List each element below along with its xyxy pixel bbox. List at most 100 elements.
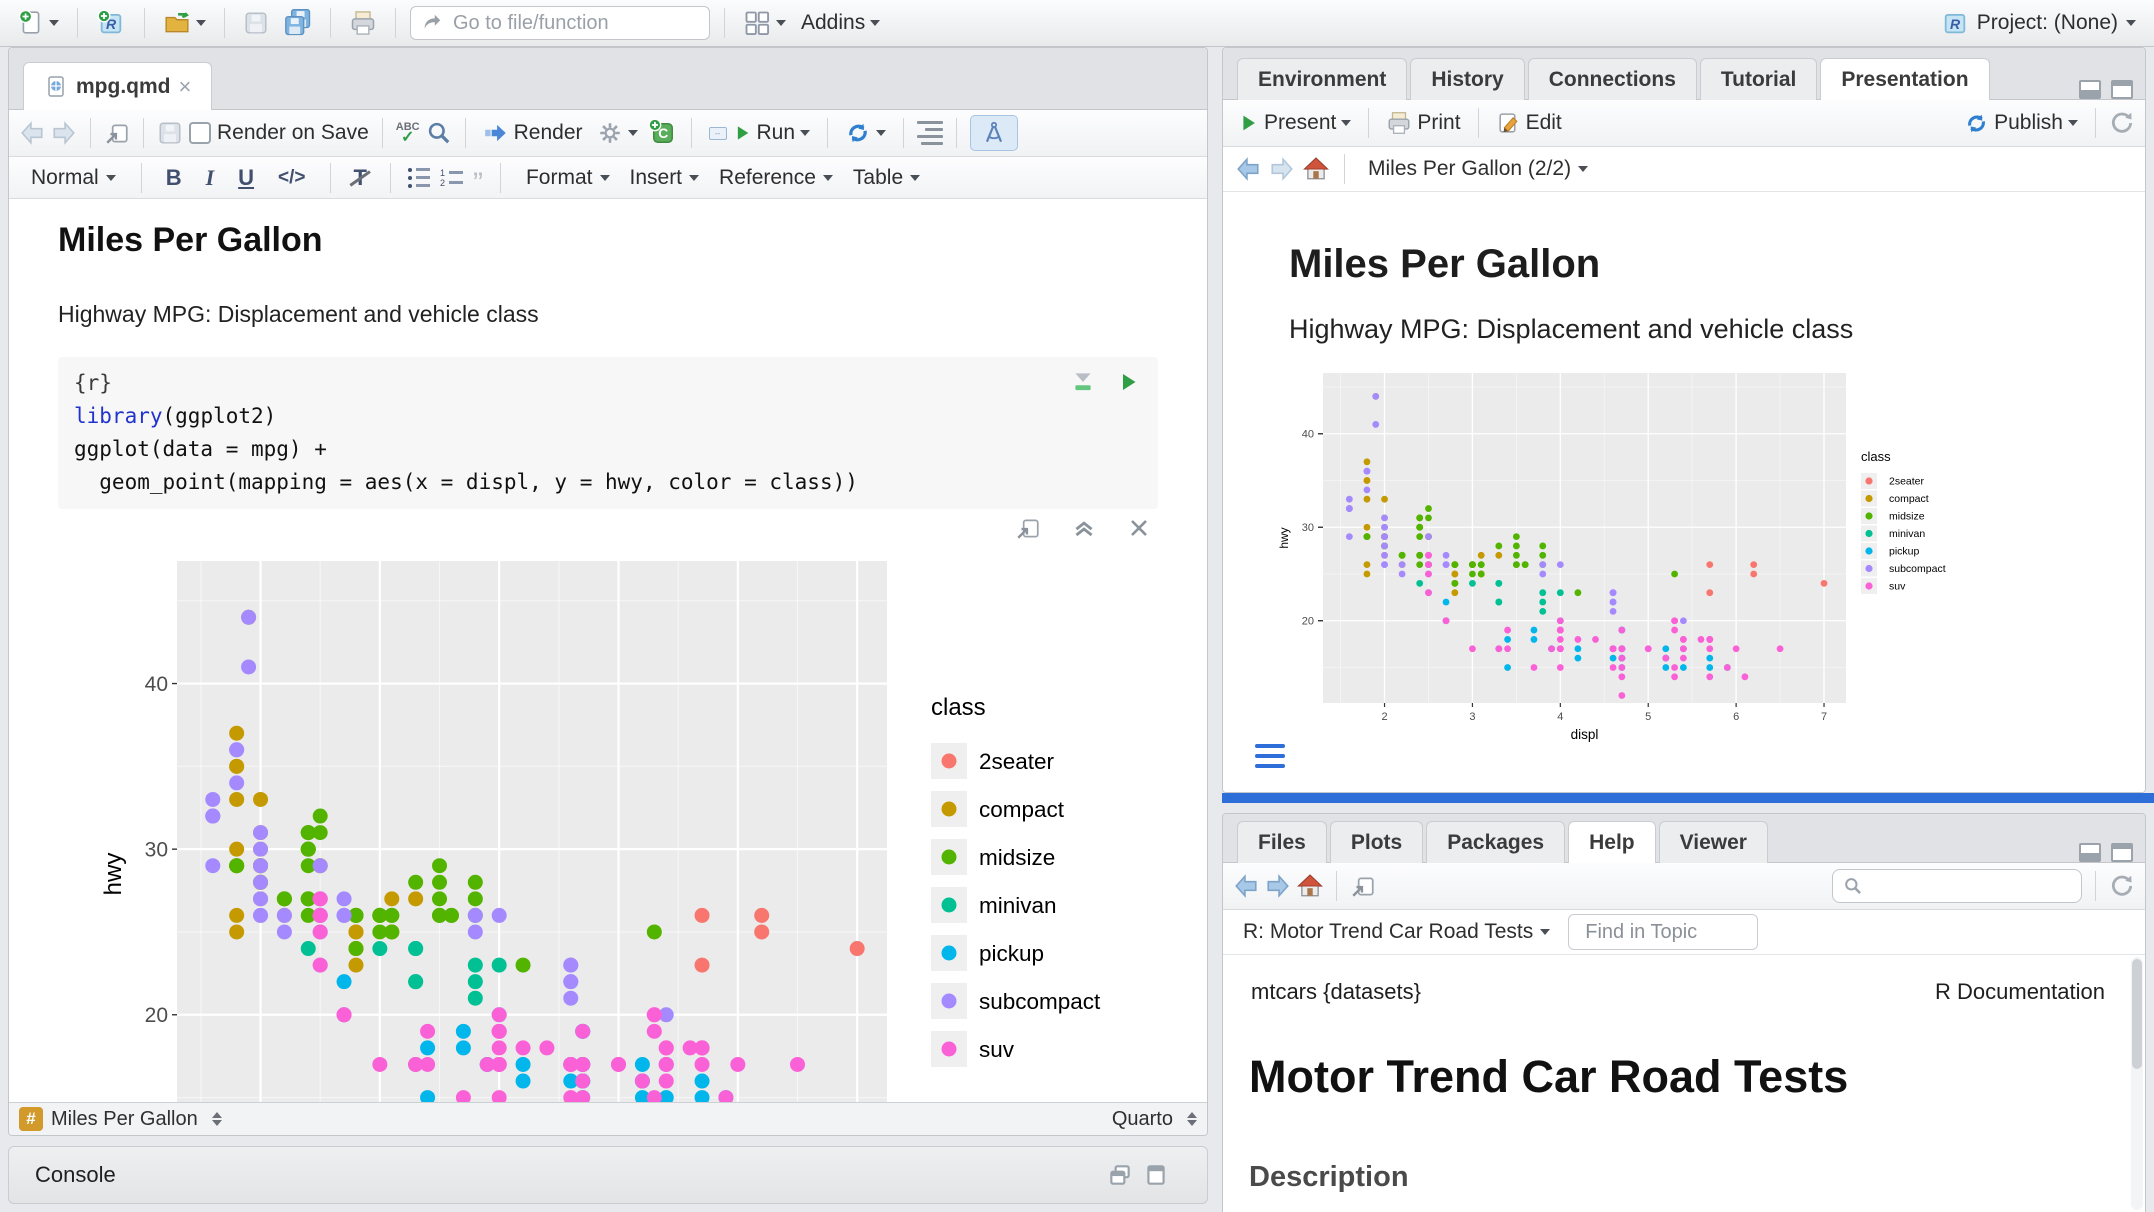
help-topic-row: R: Motor Trend Car Road Tests bbox=[1223, 910, 2145, 955]
doc-type-label[interactable]: Quarto bbox=[1112, 1108, 1173, 1131]
slide-selector[interactable]: Miles Per Gallon (2/2) bbox=[1360, 157, 1596, 181]
format-menu-reference[interactable]: Reference bbox=[711, 166, 841, 190]
save-doc-icon[interactable] bbox=[157, 120, 183, 146]
refresh-presentation-icon[interactable] bbox=[2109, 110, 2135, 136]
help-search-input[interactable] bbox=[1871, 874, 2061, 898]
document-outline-icon[interactable] bbox=[917, 121, 943, 145]
format-menu-insert[interactable]: Insert bbox=[622, 166, 708, 190]
code-format-button[interactable]: </> bbox=[271, 167, 312, 189]
minimize-pane-icon[interactable] bbox=[2079, 80, 2101, 99]
open-new-window-icon[interactable] bbox=[104, 120, 130, 146]
print-label: Print bbox=[1417, 111, 1460, 135]
run-button[interactable]: -- Run bbox=[705, 119, 815, 147]
find-replace-icon[interactable] bbox=[426, 120, 452, 146]
workspace-panes-button[interactable] bbox=[739, 7, 790, 39]
numbered-list-button[interactable]: 12 bbox=[440, 170, 463, 186]
help-search-box[interactable] bbox=[1832, 869, 2082, 903]
italic-button[interactable]: I bbox=[199, 165, 222, 191]
collapse-output-icon[interactable] bbox=[1071, 515, 1097, 541]
clear-formatting-button[interactable]: T bbox=[348, 165, 373, 191]
status-section-label[interactable]: Miles Per Gallon bbox=[51, 1108, 198, 1131]
menu-caret bbox=[823, 175, 833, 181]
run-chunk-icon[interactable] bbox=[1116, 370, 1140, 394]
source-rerun-button[interactable] bbox=[841, 118, 890, 148]
project-menu-button[interactable]: Project: (None) bbox=[1937, 7, 2140, 39]
format-menu-format[interactable]: Format bbox=[518, 166, 618, 190]
find-in-topic-box[interactable] bbox=[1568, 914, 1758, 950]
print-presentation-button[interactable]: Print bbox=[1382, 108, 1464, 138]
bullet-list-button[interactable] bbox=[408, 168, 430, 188]
toolbar-separator bbox=[143, 118, 144, 148]
r-code-chunk[interactable]: {r}library(ggplot2)ggplot(data = mpg) + … bbox=[58, 357, 1158, 509]
help-topic-selector[interactable]: R: Motor Trend Car Road Tests bbox=[1239, 920, 1558, 944]
new-file-button[interactable] bbox=[14, 8, 63, 38]
tab-plots[interactable]: Plots bbox=[1330, 821, 1423, 863]
scrollbar-thumb[interactable] bbox=[2132, 959, 2142, 1069]
close-tab-icon[interactable]: × bbox=[179, 74, 192, 100]
minimize-pane-icon[interactable] bbox=[2079, 843, 2101, 862]
go-to-file-search[interactable] bbox=[410, 6, 710, 40]
home-slide-icon[interactable] bbox=[1303, 156, 1329, 182]
project-label: Project: (None) bbox=[1977, 11, 2118, 35]
print-button[interactable] bbox=[345, 7, 381, 39]
bold-button[interactable]: B bbox=[159, 165, 189, 191]
menu-caret bbox=[910, 175, 920, 181]
present-button[interactable]: Present bbox=[1233, 109, 1355, 137]
insert-chunk-icon[interactable] bbox=[648, 118, 678, 148]
code-line: ggplot(data = mpg) + bbox=[74, 433, 1142, 466]
slide-menu-icon[interactable] bbox=[1255, 744, 1285, 768]
forward-icon[interactable] bbox=[51, 120, 77, 146]
editor-tab-mpg-qmd[interactable]: mpg.qmd × bbox=[23, 62, 212, 110]
render-settings-button[interactable] bbox=[593, 118, 642, 148]
maximize-pane-icon[interactable] bbox=[2111, 843, 2133, 862]
run-chunks-above-icon[interactable] bbox=[1070, 369, 1096, 395]
tab-viewer[interactable]: Viewer bbox=[1659, 821, 1768, 863]
help-scrollbar[interactable] bbox=[2131, 957, 2143, 1210]
visual-editor-canvas[interactable]: Miles Per Gallon Highway MPG: Displaceme… bbox=[9, 199, 1207, 1102]
y-tick-label: 20 bbox=[145, 1004, 168, 1027]
help-forward-icon[interactable] bbox=[1265, 873, 1291, 899]
pane-focus-splitter[interactable] bbox=[1222, 793, 2154, 803]
tab-files[interactable]: Files bbox=[1237, 821, 1327, 863]
save-all-button[interactable] bbox=[280, 7, 316, 39]
console-pane-header[interactable]: Console bbox=[8, 1146, 1208, 1204]
clear-output-icon[interactable] bbox=[1127, 516, 1151, 540]
spellcheck-icon[interactable]: ABC✓ bbox=[396, 122, 420, 144]
visual-editor-toggle[interactable] bbox=[970, 115, 1018, 151]
help-home-icon[interactable] bbox=[1297, 873, 1323, 899]
open-file-button[interactable] bbox=[159, 8, 210, 38]
tab-packages[interactable]: Packages bbox=[1426, 821, 1565, 863]
console-restore-icon[interactable] bbox=[1107, 1162, 1133, 1188]
tab-help[interactable]: Help bbox=[1568, 821, 1656, 863]
go-to-file-input[interactable] bbox=[451, 11, 681, 36]
publish-button[interactable]: Publish bbox=[1960, 109, 2082, 138]
addins-button[interactable]: Addins bbox=[797, 9, 884, 37]
tab-environment[interactable]: Environment bbox=[1237, 58, 1407, 100]
save-button[interactable] bbox=[239, 8, 273, 38]
legend-label: minivan bbox=[1889, 528, 1925, 540]
tab-presentation[interactable]: Presentation bbox=[1820, 58, 1989, 100]
tab-history[interactable]: History bbox=[1410, 58, 1524, 100]
maximize-pane-icon[interactable] bbox=[2111, 80, 2133, 99]
render-button[interactable]: Render bbox=[479, 118, 587, 148]
blockquote-button[interactable]: ” bbox=[473, 179, 483, 189]
help-back-icon[interactable] bbox=[1233, 873, 1259, 899]
paragraph-style-menu[interactable]: Normal bbox=[23, 166, 124, 190]
slide-forward-icon[interactable] bbox=[1269, 156, 1295, 182]
find-in-topic-input[interactable] bbox=[1583, 920, 1733, 945]
slide-back-icon[interactable] bbox=[1235, 156, 1261, 182]
new-project-button[interactable] bbox=[92, 7, 130, 39]
back-icon[interactable] bbox=[19, 120, 45, 146]
render-on-save-checkbox[interactable] bbox=[189, 122, 211, 144]
underline-button[interactable]: U bbox=[231, 165, 261, 191]
console-maximize-icon[interactable] bbox=[1143, 1162, 1169, 1188]
output-new-window-icon[interactable] bbox=[1015, 515, 1041, 541]
edit-presentation-button[interactable]: Edit bbox=[1492, 109, 1566, 138]
doc-type-selector-icon[interactable] bbox=[1187, 1112, 1197, 1126]
format-menu-table[interactable]: Table bbox=[845, 166, 928, 190]
help-refresh-icon[interactable] bbox=[2109, 873, 2135, 899]
help-new-window-icon[interactable] bbox=[1350, 873, 1376, 899]
tab-tutorial[interactable]: Tutorial bbox=[1700, 58, 1817, 100]
tab-connections[interactable]: Connections bbox=[1528, 58, 1697, 100]
section-selector-icon[interactable] bbox=[212, 1112, 222, 1126]
